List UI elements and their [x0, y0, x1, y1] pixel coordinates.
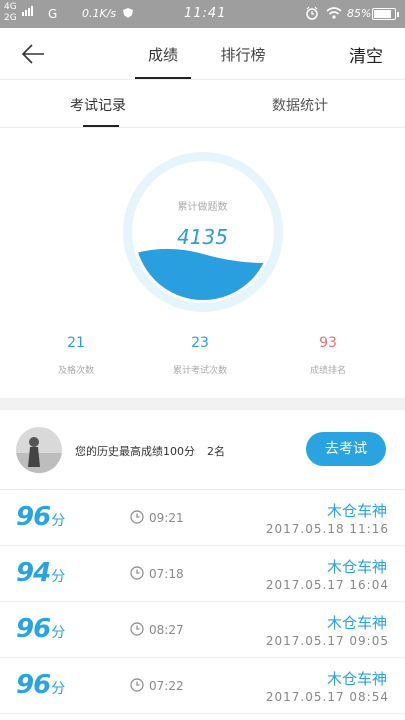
status-bar: 4G 2G G 0.1K/s 11:41 85%	[0, 0, 405, 28]
record-date: 2017.05.18 11:16	[265, 522, 389, 536]
stat-pass-count: 21 及格次数	[16, 335, 136, 376]
stat-exam-count: 23 累计考试次数	[140, 335, 260, 376]
clock-icon	[130, 678, 144, 692]
wifi-icon	[326, 7, 342, 19]
record-duration: 07:22	[149, 679, 184, 693]
tab-ranking[interactable]: 排行榜	[212, 44, 274, 65]
stat-label: 累计考试次数	[172, 366, 227, 376]
section-divider	[0, 398, 405, 410]
record-score: 96分	[16, 502, 65, 532]
list-item[interactable]: 96分 07:22 木仓车神 2017.05.17 08:54	[0, 658, 405, 714]
stat-value: 23	[191, 335, 209, 351]
clear-button[interactable]: 清空	[349, 42, 383, 67]
clock-icon	[130, 622, 144, 636]
alarm-icon	[306, 6, 318, 20]
best-score-text: 您的历史最高成绩100分 2名	[75, 445, 225, 458]
tab-exam-records[interactable]: 考试记录	[70, 95, 126, 115]
record-score: 96分	[16, 670, 65, 700]
list-item[interactable]: 96分 08:27 木仓车神 2017.05.17 09:05	[0, 602, 405, 658]
back-arrow-icon[interactable]	[14, 38, 54, 70]
record-date: 2017.05.17 16:04	[265, 578, 389, 592]
stat-value: 93	[319, 335, 337, 351]
nav-bar: 成绩 排行榜 清空	[0, 28, 405, 80]
go-exam-button[interactable]: 去考试	[306, 432, 386, 466]
stat-rank: 93 成绩排名	[268, 335, 388, 376]
battery-icon	[372, 8, 399, 20]
record-name: 木仓车神	[326, 670, 387, 688]
gauge-value: 4135	[177, 225, 228, 249]
record-name: 木仓车神	[326, 558, 387, 576]
record-score: 94分	[16, 558, 65, 588]
status-time: 11:41	[184, 6, 227, 21]
record-duration: 08:27	[149, 623, 184, 637]
stat-label: 成绩排名	[309, 366, 346, 376]
record-name: 木仓车神	[326, 502, 387, 520]
record-score: 96分	[16, 614, 65, 644]
tab-data-stats[interactable]: 数据统计	[272, 95, 328, 115]
record-date: 2017.05.17 09:05	[265, 634, 389, 648]
list-item[interactable]: 96分 09:21 木仓车神 2017.05.18 11:16	[0, 490, 405, 546]
network-type: 4G 2G	[4, 2, 17, 23]
record-duration: 07:18	[149, 567, 184, 581]
record-date: 2017.05.17 08:54	[265, 690, 389, 704]
record-duration: 09:21	[149, 511, 184, 525]
sub-tabs: 考试记录 数据统计	[0, 80, 405, 128]
active-tab-indicator	[135, 77, 191, 79]
clock-icon	[130, 510, 144, 524]
list-item[interactable]: 94分 07:18 木仓车神 2017.05.17 16:04	[0, 546, 405, 602]
best-score-row: 您的历史最高成绩100分 2名 去考试	[0, 410, 405, 490]
battery-percent: 85%	[347, 7, 372, 20]
record-name: 木仓车神	[326, 614, 387, 632]
signal-icon	[22, 6, 33, 16]
gauge-label: 累计做题数	[177, 202, 228, 213]
clock-icon	[130, 566, 144, 580]
stat-label: 及格次数	[57, 366, 94, 376]
carrier-indicator: G	[48, 7, 58, 21]
avatar[interactable]	[16, 427, 62, 473]
network-speed: 0.1K/s	[82, 7, 117, 20]
shield-icon	[123, 8, 133, 18]
tab-score[interactable]: 成绩	[135, 44, 191, 65]
active-subtab-indicator	[83, 125, 119, 127]
stat-value: 21	[67, 335, 85, 351]
